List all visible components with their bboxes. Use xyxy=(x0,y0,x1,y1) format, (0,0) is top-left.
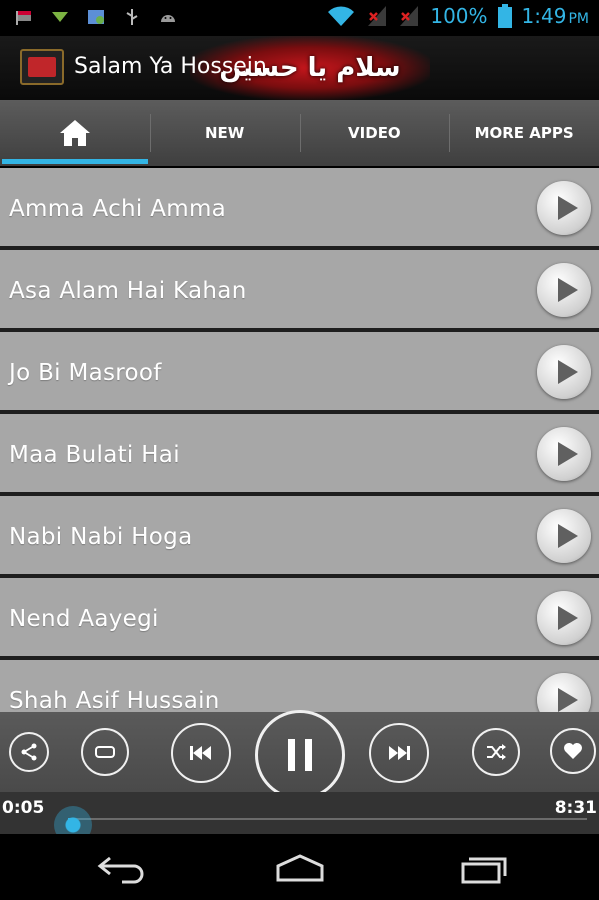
back-button[interactable] xyxy=(86,848,156,888)
list-item[interactable]: Jo Bi Masroof xyxy=(0,332,599,414)
tab-more-apps[interactable]: MORE APPS xyxy=(449,100,599,166)
system-nav-bar xyxy=(0,834,599,900)
wifi-icon xyxy=(328,6,355,26)
song-title: Shah Asif Hussain xyxy=(9,688,220,713)
share-icon xyxy=(21,743,37,761)
battery-icon xyxy=(497,4,512,28)
song-title: Asa Alam Hai Kahan xyxy=(9,278,247,304)
share-button[interactable] xyxy=(9,732,49,772)
app-title: Salam Ya Hossein xyxy=(74,54,267,79)
list-item[interactable]: Shah Asif Hussain xyxy=(0,660,599,713)
favorite-icon xyxy=(564,743,582,759)
download-icon xyxy=(52,12,68,22)
app-header: سلام یا حسین Salam Ya Hossein xyxy=(0,36,599,100)
previous-button[interactable] xyxy=(171,723,231,783)
song-title: Amma Achi Amma xyxy=(9,196,227,222)
seek-bar[interactable]: 0:05 8:31 xyxy=(0,792,599,844)
repeat-button[interactable] xyxy=(81,728,129,776)
next-button[interactable] xyxy=(369,723,429,783)
app-logo-icon[interactable] xyxy=(20,49,64,85)
list-item[interactable]: Maa Bulati Hai xyxy=(0,414,599,496)
play-icon[interactable] xyxy=(537,181,591,235)
clock-ampm: PM xyxy=(568,11,589,27)
play-icon[interactable] xyxy=(537,263,591,317)
play-icon[interactable] xyxy=(537,427,591,481)
no-signal-icon-2 xyxy=(400,6,419,26)
media-player: 0:05 8:31 xyxy=(0,710,599,844)
seek-track[interactable] xyxy=(68,818,587,820)
home-icon xyxy=(59,120,90,146)
list-item[interactable]: Nend Aayegi xyxy=(0,578,599,660)
image-icon xyxy=(88,10,104,24)
clock-time: 1:49 xyxy=(521,4,567,28)
status-bar: 100% 1:49 PM xyxy=(0,0,599,36)
flag-icon xyxy=(16,11,31,25)
pause-button[interactable] xyxy=(255,710,345,800)
play-icon[interactable] xyxy=(537,673,591,713)
usb-icon xyxy=(126,9,138,25)
pause-icon xyxy=(288,739,312,771)
home-nav-button[interactable] xyxy=(265,848,335,888)
shuffle-button[interactable] xyxy=(472,728,520,776)
shuffle-icon xyxy=(487,744,506,760)
battery-percent: 100% xyxy=(430,4,488,28)
song-title: Jo Bi Masroof xyxy=(9,360,162,386)
play-icon[interactable] xyxy=(537,591,591,645)
song-title: Nabi Nabi Hoga xyxy=(9,524,193,550)
recents-button[interactable] xyxy=(448,848,518,888)
home-nav-icon xyxy=(276,854,324,882)
clock: 1:49 PM xyxy=(522,4,589,28)
back-icon xyxy=(97,856,144,884)
list-item[interactable]: Asa Alam Hai Kahan xyxy=(0,250,599,332)
play-icon[interactable] xyxy=(537,345,591,399)
repeat-icon xyxy=(95,746,115,758)
tab-new[interactable]: NEW xyxy=(149,100,300,166)
tab-home[interactable] xyxy=(0,100,150,166)
android-icon xyxy=(161,15,175,22)
player-controls xyxy=(0,710,599,800)
song-title: Nend Aayegi xyxy=(9,606,159,632)
tab-bar: NEW VIDEO MORE APPS xyxy=(0,100,599,166)
recents-icon xyxy=(461,857,507,884)
next-icon xyxy=(389,746,410,760)
list-item[interactable]: Nabi Nabi Hoga xyxy=(0,496,599,578)
tab-video[interactable]: VIDEO xyxy=(299,100,450,166)
play-icon[interactable] xyxy=(537,509,591,563)
favorite-button[interactable] xyxy=(550,728,596,774)
list-item[interactable]: Amma Achi Amma xyxy=(0,168,599,250)
song-list[interactable]: Amma Achi Amma Asa Alam Hai Kahan Jo Bi … xyxy=(0,168,599,713)
current-time: 0:05 xyxy=(2,798,45,818)
no-signal-icon xyxy=(368,6,387,26)
song-title: Maa Bulati Hai xyxy=(9,442,180,468)
previous-icon xyxy=(190,746,211,760)
total-time: 8:31 xyxy=(554,798,597,818)
